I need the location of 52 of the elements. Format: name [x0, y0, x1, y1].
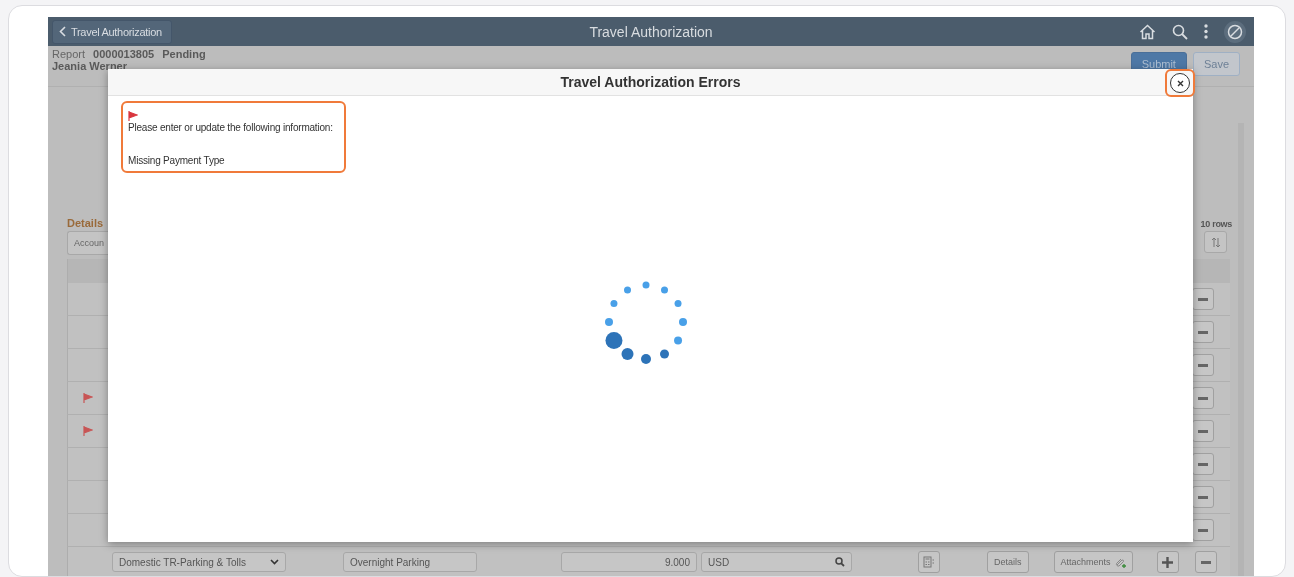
- report-label: Report: [52, 48, 86, 60]
- home-icon[interactable]: [1139, 23, 1156, 40]
- dialog-title: Travel Authorization Errors: [560, 74, 741, 90]
- close-button[interactable]: [1170, 73, 1190, 93]
- chevron-down-icon: [270, 559, 279, 565]
- row-count: 10 rows: [1200, 219, 1232, 229]
- calculator-icon: [923, 556, 935, 568]
- remove-row-button[interactable]: [1192, 354, 1214, 376]
- search-icon: [835, 557, 845, 567]
- minus-icon: [1198, 528, 1208, 532]
- attachments-button[interactable]: Attachments: [1053, 551, 1133, 573]
- add-row-button[interactable]: [1156, 551, 1179, 573]
- currency-field[interactable]: USD: [701, 552, 852, 572]
- minus-icon: [1198, 330, 1208, 334]
- remove-row-button[interactable]: [1192, 321, 1214, 343]
- flag-icon: [83, 393, 93, 403]
- remove-row-button[interactable]: [1192, 288, 1214, 310]
- minus-icon: [1198, 462, 1208, 466]
- remove-row-button[interactable]: [1192, 519, 1214, 541]
- minus-icon: [1198, 495, 1208, 499]
- back-button[interactable]: Travel Authorization: [52, 19, 172, 44]
- expense-type-select[interactable]: Domestic TR-Parking & Tolls: [112, 552, 286, 572]
- remove-row-button[interactable]: [1192, 420, 1214, 442]
- remove-row-button[interactable]: [1192, 453, 1214, 475]
- minus-icon: [1198, 297, 1208, 301]
- flag-icon: [128, 111, 138, 121]
- minus-icon: [1198, 396, 1208, 400]
- remove-row-button[interactable]: [1192, 387, 1214, 409]
- compass-icon[interactable]: [1224, 20, 1246, 43]
- employee-name: Jeania Werner: [52, 60, 127, 72]
- sort-icon: [1210, 236, 1221, 248]
- error-item: Missing Payment Type: [128, 154, 226, 167]
- amount-field[interactable]: 9.000: [561, 552, 697, 572]
- minus-icon: [1200, 560, 1211, 564]
- minus-icon: [1198, 429, 1208, 433]
- section-title: Details: [67, 217, 104, 229]
- description-field[interactable]: Overnight Parking: [343, 552, 477, 572]
- flag-icon: [83, 426, 93, 436]
- minus-icon: [1198, 363, 1208, 367]
- report-number: 0000013805: [93, 48, 155, 60]
- chevron-left-icon: [59, 26, 66, 37]
- remove-row-button[interactable]: [1192, 486, 1214, 508]
- close-icon: [1176, 79, 1184, 87]
- details-button[interactable]: Details: [987, 551, 1029, 573]
- save-button[interactable]: Save: [1192, 52, 1240, 76]
- search-icon[interactable]: [1172, 23, 1188, 40]
- report-status: Pending: [162, 48, 206, 60]
- more-icon[interactable]: [1204, 24, 1208, 39]
- error-message: Please enter or update the following information:: [128, 121, 334, 134]
- remove-row-button[interactable]: [1194, 551, 1217, 573]
- page-title: Travel Authorization: [589, 23, 713, 40]
- plus-icon: [1162, 556, 1174, 568]
